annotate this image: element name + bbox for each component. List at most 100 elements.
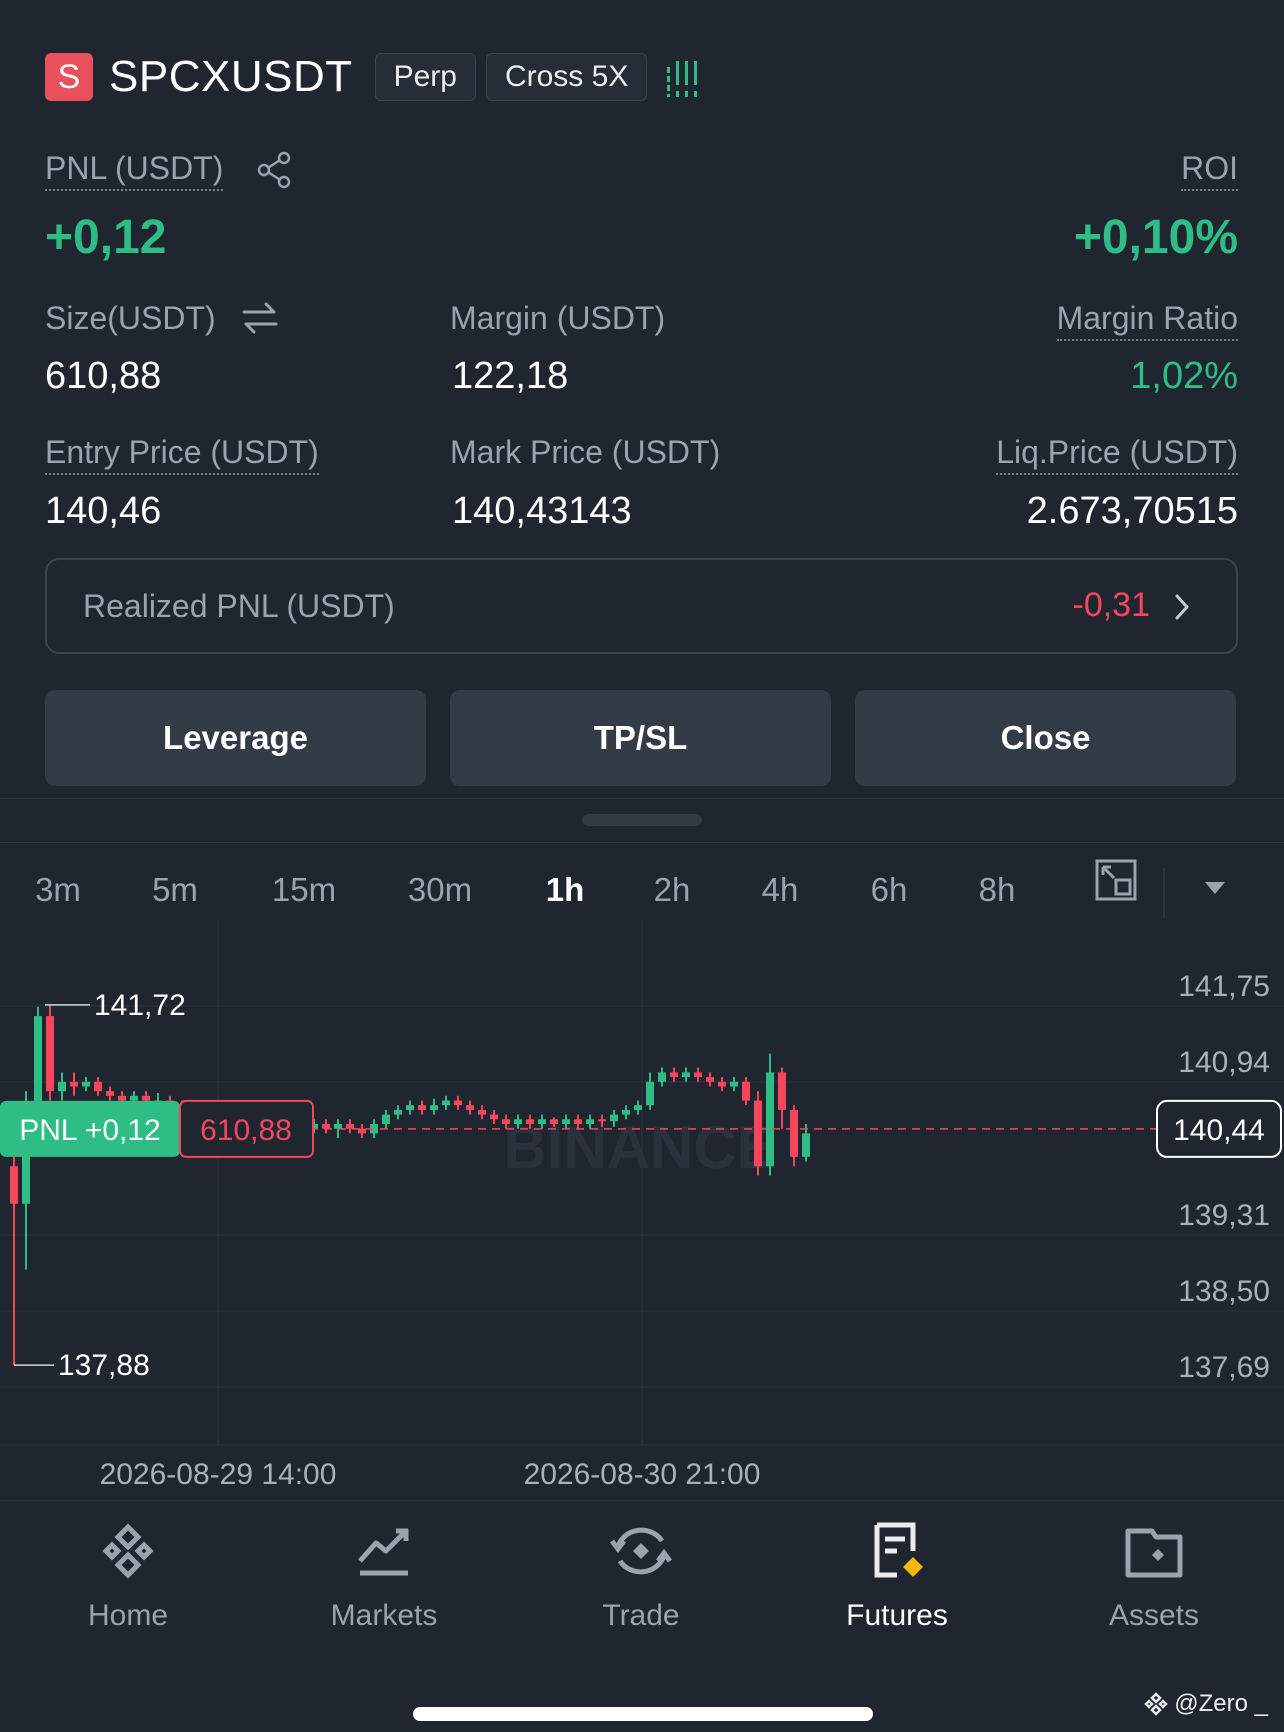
candle-body <box>574 1119 582 1124</box>
candle-body <box>70 1081 78 1087</box>
candle-body <box>550 1119 558 1124</box>
candle-body <box>598 1119 606 1122</box>
contract-type-chip: Perp <box>374 53 476 101</box>
assets-icon <box>1125 1528 1183 1578</box>
candle-body <box>802 1133 810 1157</box>
futures-icon <box>874 1522 923 1578</box>
home-indicator[interactable] <box>413 1707 873 1721</box>
leverage-button[interactable]: Leverage <box>45 690 426 786</box>
size-label: Size(USDT) <box>45 300 216 336</box>
swap-icon[interactable] <box>240 300 280 336</box>
nav-assets[interactable]: Assets <box>1054 1521 1254 1633</box>
candle-body <box>586 1119 594 1124</box>
liq-price-value: 2.673,70515 <box>1026 490 1238 532</box>
candle-body <box>394 1109 402 1115</box>
candle-body <box>382 1114 390 1124</box>
markets-icon <box>358 1528 409 1576</box>
x-tick-label: 2026-08-29 14:00 <box>100 1458 337 1491</box>
tab-separator <box>1163 868 1165 918</box>
current-price-label: 140,44 <box>1173 1114 1265 1147</box>
candle-body <box>754 1100 762 1167</box>
symbol-header: S SPCXUSDT Perp Cross 5X <box>45 50 698 104</box>
margin-ratio-label[interactable]: Margin Ratio <box>1056 300 1238 341</box>
nav-futures[interactable]: Futures <box>797 1521 997 1633</box>
candle-body <box>514 1119 522 1124</box>
realized-pnl-value: -0,31 <box>1072 586 1151 624</box>
size-value: 610,88 <box>45 355 162 397</box>
tab-5m[interactable]: 5m <box>135 850 215 930</box>
price-chart[interactable]: 141,75 140,94 139,31 138,50 137,69 2026-08-29… <box>0 920 1284 1500</box>
y-tick-label: 139,31 <box>1178 1199 1270 1232</box>
candle-body <box>670 1072 678 1078</box>
tab-2h[interactable]: 2h <box>632 850 712 930</box>
candle-body <box>82 1081 90 1087</box>
bottom-nav: Home Markets Trade Futures Assets <box>0 1500 1284 1660</box>
candle-body <box>730 1081 738 1087</box>
nav-trade[interactable]: Trade <box>541 1521 741 1633</box>
candle-body <box>610 1114 618 1122</box>
tab-30m[interactable]: 30m <box>394 850 486 930</box>
candle-body <box>142 1095 150 1101</box>
y-tick-label: 141,75 <box>1178 970 1270 1003</box>
tab-4h[interactable]: 4h <box>740 850 820 930</box>
nav-label: Home <box>87 1599 169 1632</box>
watermark-text: @Zero _ <box>1174 1690 1268 1717</box>
share-icon[interactable] <box>255 150 293 190</box>
candle-body <box>706 1077 714 1082</box>
candle-body <box>58 1081 66 1092</box>
caret-down-icon[interactable] <box>1203 880 1227 896</box>
home-icon <box>102 1523 154 1579</box>
entry-price-value: 140,46 <box>45 490 162 532</box>
margin-mode-chip[interactable]: Cross 5X <box>485 53 648 101</box>
entry-price-label[interactable]: Entry Price (USDT) <box>45 434 319 475</box>
nav-label: Futures <box>846 1599 948 1632</box>
candle-body <box>538 1119 546 1124</box>
candle-body <box>454 1100 462 1106</box>
tab-6h[interactable]: 6h <box>849 850 929 930</box>
tab-3m[interactable]: 3m <box>18 850 98 930</box>
nav-home[interactable]: Home <box>28 1521 228 1633</box>
realized-pnl-row[interactable]: Realized PNL (USDT) -0,31 <box>45 558 1238 654</box>
candle-body <box>634 1105 642 1110</box>
tab-15m[interactable]: 15m <box>258 850 350 930</box>
pnl-label[interactable]: PNL (USDT) <box>45 150 224 191</box>
symbol-logo: S <box>45 53 93 101</box>
candle-body <box>118 1095 126 1101</box>
candle-body <box>34 1016 42 1110</box>
candle-body <box>622 1109 630 1115</box>
candle-body <box>790 1109 798 1157</box>
nav-markets[interactable]: Markets <box>284 1521 484 1633</box>
candle-body <box>46 1016 54 1092</box>
candle-body <box>742 1081 750 1101</box>
tpsl-button[interactable]: TP/SL <box>450 690 831 786</box>
nav-label: Assets <box>1108 1599 1200 1632</box>
section-divider <box>0 842 1284 843</box>
close-position-button[interactable]: Close <box>855 690 1236 786</box>
tab-1h[interactable]: 1h <box>525 850 605 930</box>
candle-body <box>466 1105 474 1110</box>
mark-price-value: 140,43143 <box>452 490 632 532</box>
candle-body <box>322 1123 330 1129</box>
candle-body <box>658 1072 666 1082</box>
margin-ratio-value: 1,02% <box>1130 355 1238 397</box>
tab-8h[interactable]: 8h <box>957 850 1037 930</box>
high-price-label: 141,72 <box>94 989 186 1022</box>
nav-label: Trade <box>602 1599 680 1632</box>
section-divider <box>0 798 1284 799</box>
drag-handle[interactable] <box>582 814 702 826</box>
candle-body <box>526 1119 534 1124</box>
roi-label[interactable]: ROI <box>1181 150 1238 191</box>
liq-price-label[interactable]: Liq.Price (USDT) <box>996 434 1238 475</box>
fullscreen-icon[interactable] <box>1094 858 1138 902</box>
nav-label: Markets <box>330 1599 438 1632</box>
candle-body <box>694 1072 702 1078</box>
y-tick-label: 137,69 <box>1178 1351 1270 1384</box>
chevron-right-icon <box>1175 594 1189 620</box>
risk-meter-icon <box>667 57 698 97</box>
chart-watermark: BINANCE <box>503 1114 776 1181</box>
symbol-name[interactable]: SPCXUSDT <box>109 52 353 102</box>
x-tick-label: 2026-08-30 21:00 <box>524 1458 761 1491</box>
candle-body <box>418 1105 426 1110</box>
candle-body <box>94 1081 102 1092</box>
y-tick-label: 140,94 <box>1178 1046 1270 1079</box>
